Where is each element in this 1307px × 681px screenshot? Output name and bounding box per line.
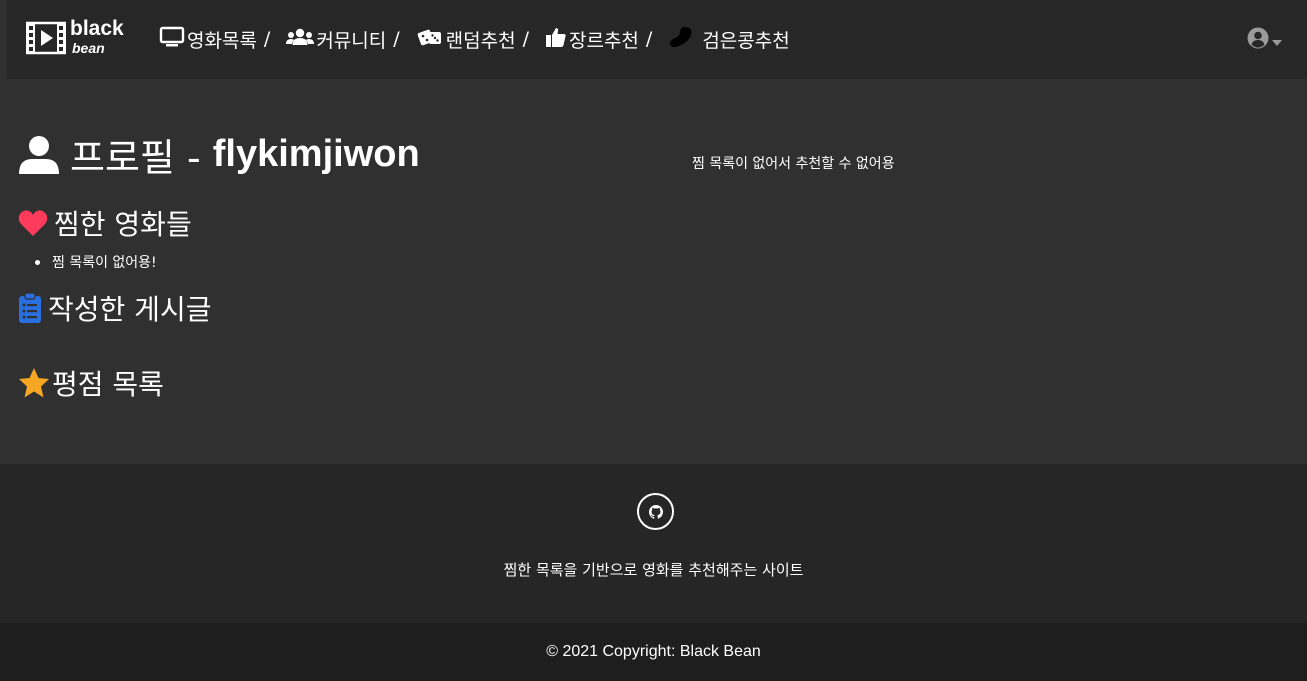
brand-line2: bean [72,39,105,56]
list-item: 찜 목록이 없어용! [34,252,157,272]
nav-item-genre-recommend[interactable]: 장르추천 [545,26,639,53]
brand-line1: black [70,16,124,40]
nav-item-movie-list[interactable]: 영화목록 [159,26,257,53]
liked-movies-heading: 찜한 영화들 [18,203,192,243]
heart-icon [18,209,48,237]
user-icon [18,135,60,175]
liked-movies-title: 찜한 영화들 [54,208,192,241]
nav-label: 검은콩추천 [702,29,790,52]
thumbs-up-icon [545,26,569,53]
profile-username: flykimjiwon [212,133,420,175]
clipboard-icon [18,292,42,324]
nav-separator: / [263,28,271,50]
posts-title: 작성한 게시글 [48,293,212,326]
dice-icon [416,26,446,53]
liked-movies-list: 찜 목록이 없어용! [34,252,157,272]
nav-separator: / [645,28,653,50]
user-menu-toggle[interactable] [1247,27,1282,53]
nav-label: 커뮤니티 [316,29,387,52]
page-title: 프로필 - flykimjiwon [18,127,420,182]
nav-item-community[interactable]: 커뮤니티 [286,26,386,53]
nav-menu: 영화목록 / 커뮤니티 / 랜덤추천 / 장르추천 / 검은콩추천 [159,22,790,56]
users-icon [286,27,316,52]
film-play-icon [25,21,67,55]
footer: 찜한 목록을 기반으로 영화를 추천해주는 사이트 [0,464,1307,623]
github-button[interactable] [637,493,674,530]
bean-icon [668,25,696,54]
brand-text: black bean [70,18,124,56]
top-navbar: black bean 영화목록 / 커뮤니티 / 랜덤추천 / 장르추천 / 검… [7,0,1307,79]
ratings-heading: 평점 목록 [18,363,164,403]
nav-label: 장르추천 [568,29,639,52]
github-icon [648,504,663,519]
nav-separator: / [393,28,400,50]
monitor-icon [159,26,187,53]
ratings-title: 평점 목록 [52,368,164,401]
copyright-bar: © 2021 Copyright: Black Bean [0,623,1307,681]
star-icon [18,367,50,399]
caret-down-icon [1272,31,1282,50]
brand-logo[interactable]: black bean [25,15,146,61]
recommend-message: 찜 목록이 없어서 추천할 수 없어용 [692,156,895,172]
profile-prefix: 프로필 - [70,136,213,180]
nav-label: 랜덤추천 [445,29,516,52]
footer-description: 찜한 목록을 기반으로 영화를 추천해주는 사이트 [503,561,804,579]
nav-label: 영화목록 [187,29,257,52]
nav-separator: / [522,28,529,50]
copyright-text: © 2021 Copyright: Black Bean [546,643,761,660]
user-circle-icon [1247,27,1269,53]
nav-item-random-recommend[interactable]: 랜덤추천 [416,26,516,53]
posts-heading: 작성한 게시글 [18,288,211,328]
nav-item-blackbean-recommend[interactable]: 검은콩추천 [668,25,790,54]
